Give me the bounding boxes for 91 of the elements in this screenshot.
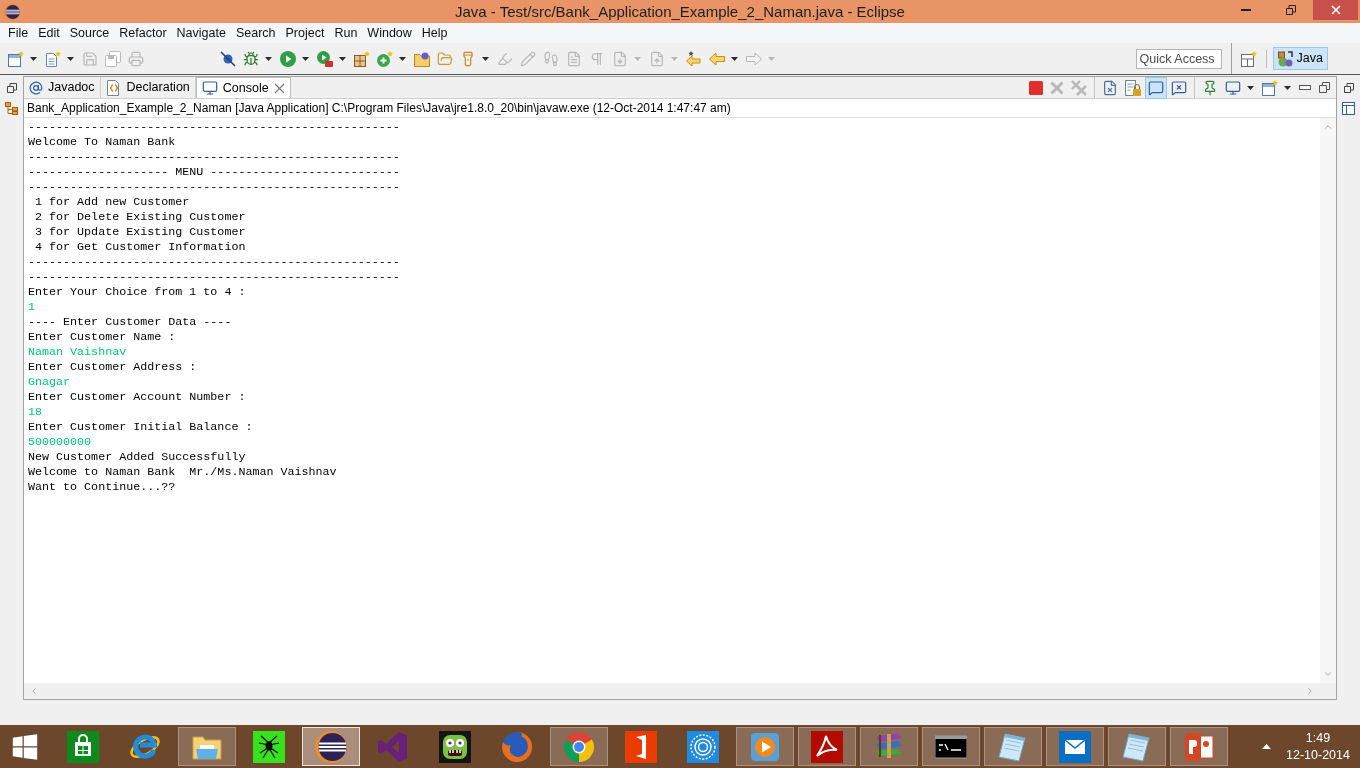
process-label: Bank_Application_Example_2_Naman [Java Application] C:\Program Files\Java\jre1.8.0_20\bin\javaw.exe (12-Oct-2014 1:47:47 am): [27, 100, 731, 117]
radial-disc-icon: [687, 730, 719, 763]
menu-item[interactable]: Edit: [33, 24, 65, 42]
caret-icon: [1284, 85, 1291, 90]
layout-icon: [1342, 101, 1355, 115]
menu-item[interactable]: Search: [230, 24, 281, 42]
wheel-logo-icon: [563, 730, 595, 763]
console-output-line: Enter Customer Account Number :: [28, 390, 246, 405]
caret-icon: [30, 56, 37, 61]
notepad-icon: [1121, 730, 1153, 763]
chevron-up-icon: [1261, 744, 1271, 749]
caret-icon: [265, 56, 272, 61]
monster-face-icon: [439, 730, 471, 763]
caret-icon: [768, 56, 775, 61]
quick-access-field[interactable]: Quick Access: [1135, 48, 1222, 69]
console-output-line: -----------------------------------------------------: [28, 180, 400, 195]
caret-icon: [67, 56, 74, 61]
ribbon-logo-icon: [377, 730, 409, 763]
console-output-line: Enter Customer Name :: [28, 330, 176, 345]
restore-icon: [6, 83, 17, 93]
menu-item[interactable]: Project: [280, 24, 330, 42]
console-output-line: Enter Customer Initial Balance :: [28, 420, 253, 435]
view-tab[interactable]: Declaration: [100, 77, 196, 98]
console-output-line: -----------------------------------------------------: [28, 255, 400, 270]
caret-icon: [399, 56, 406, 61]
console-input-line: 500000000: [28, 435, 92, 450]
window-title: Java - Test/src/Bank_Application_Example_2_Naman.java - Eclipse: [455, 1, 905, 22]
console-output-line: 2 for Delete Existing Customer: [34, 210, 246, 225]
taskbar-button[interactable]: [922, 727, 980, 766]
console-output-line: Want to Continue...??: [28, 480, 176, 495]
clock-date[interactable]: 12-10-2014: [1286, 746, 1350, 764]
caret-icon: [634, 56, 641, 61]
spider-icon: [253, 730, 285, 763]
minimize-icon: [1299, 85, 1311, 90]
view-tab[interactable]: Javadoc: [24, 77, 101, 98]
console-input-line: 18: [28, 405, 43, 420]
console-output-line: -----------------------------------------------------: [28, 270, 400, 285]
console-output-line: -------------------- MENU ---------------------------: [28, 165, 400, 180]
maximize-icon: [1319, 82, 1330, 93]
console-input-line: Naman Vaishnav: [28, 345, 127, 360]
console-output-line: 4 for Get Customer Information: [34, 240, 246, 255]
console-input-line: 1: [28, 300, 35, 315]
menu-item[interactable]: Help: [416, 24, 453, 42]
close-icon[interactable]: [273, 82, 285, 94]
at-sign-icon: [29, 80, 43, 95]
menu-item[interactable]: Run: [329, 24, 363, 42]
menu-item[interactable]: Navigate: [171, 24, 231, 42]
shapes-icon: [1277, 50, 1294, 67]
caret-icon: [1247, 85, 1254, 90]
console-output-line: Welcome to Naman Bank Mr./Ms.Naman Vaishnav: [28, 465, 337, 480]
striped-sphere-icon: [315, 730, 347, 763]
clock-time[interactable]: 1:49: [1305, 729, 1331, 747]
shopping-bag-icon: [67, 730, 99, 763]
restore-icon: [1343, 83, 1354, 93]
hierarchy-icon: [5, 101, 18, 115]
windows-logo-icon: [12, 733, 38, 760]
view-tab[interactable]: Console: [195, 77, 291, 98]
caret-icon: [671, 56, 678, 61]
console-output-line: -----------------------------------------------------: [28, 150, 400, 165]
caret-icon: [482, 56, 489, 61]
slides-logo-icon: [1183, 730, 1215, 763]
swirl-tile-icon: [811, 730, 843, 763]
restore-icon: [1285, 5, 1296, 15]
console-output-line: Enter Customer Address :: [28, 360, 197, 375]
console-output-line: New Customer Added Successfully: [28, 450, 246, 465]
console-output-line: ---- Enter Customer Data ----: [28, 315, 232, 330]
console-input-line: Gnagar: [28, 375, 71, 390]
caret-icon: [339, 56, 346, 61]
play-tile-icon: [749, 730, 781, 763]
close-icon: [1330, 5, 1341, 15]
minimize-icon: [1240, 9, 1251, 11]
menu-item[interactable]: Window: [362, 24, 417, 42]
console-output-line: -----------------------------------------------------: [28, 120, 400, 135]
console-output-line: Welcome To Naman Bank: [28, 135, 176, 150]
mail-icon: [1059, 730, 1091, 763]
menu-item[interactable]: Refactor: [114, 24, 172, 42]
caret-icon: [302, 56, 309, 61]
striped-sphere-icon: [4, 3, 20, 20]
menu-item[interactable]: Source: [64, 24, 115, 42]
console-output-line: Enter Your Choice from 1 to 4 :: [28, 285, 246, 300]
menu-item[interactable]: File: [3, 24, 34, 42]
swirl-circle-icon: [501, 730, 533, 763]
monitor-icon: [201, 80, 218, 96]
perspective-button[interactable]: Java: [1272, 47, 1328, 70]
document-code-icon: [105, 79, 122, 96]
door-tile-icon: [625, 730, 657, 763]
taskbar-button[interactable]: [798, 727, 856, 766]
notepad-icon: [997, 730, 1029, 763]
console-output-line: 1 for Add new Customer: [34, 195, 190, 210]
console-output-line: 3 for Update Existing Customer: [34, 225, 246, 240]
caret-icon: [731, 56, 738, 61]
